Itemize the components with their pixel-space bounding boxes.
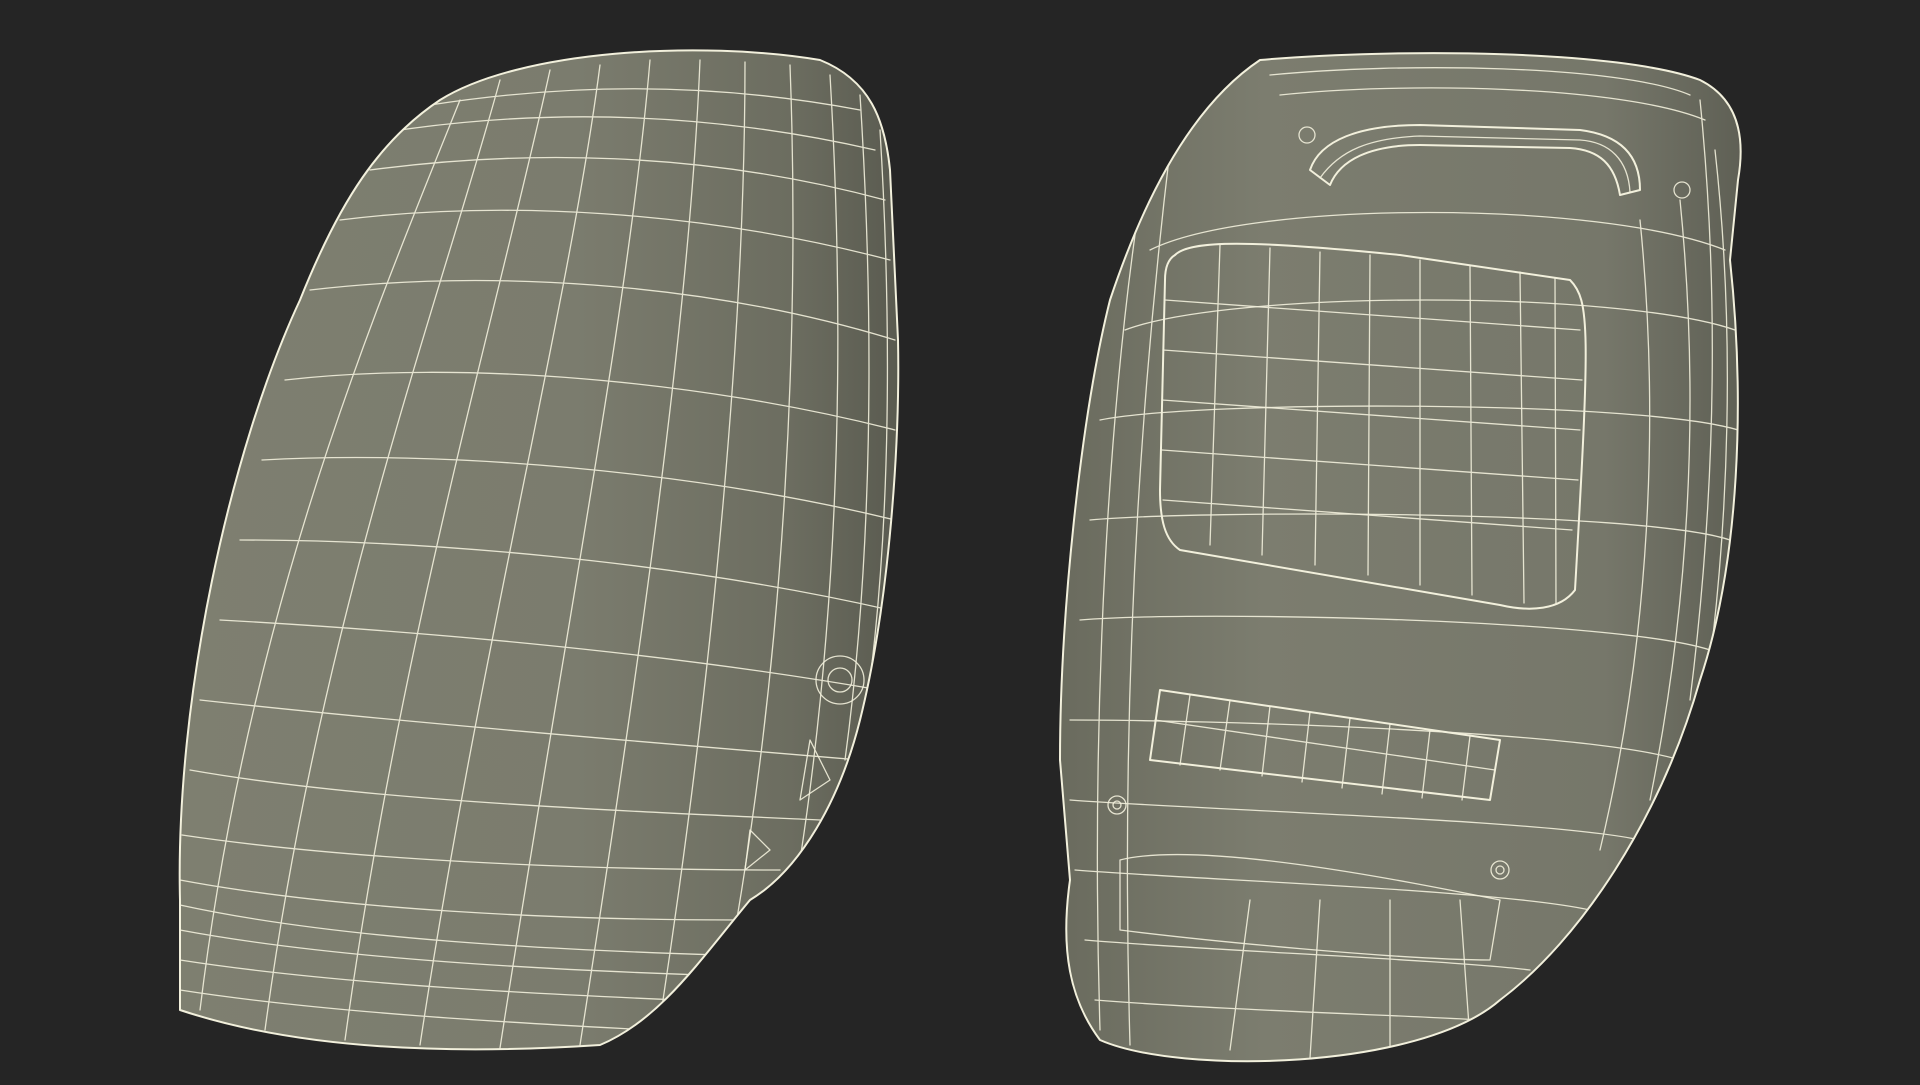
printer-bottom-view xyxy=(1059,52,1742,1063)
render-svg xyxy=(178,49,1742,1063)
viewport-canvas xyxy=(0,0,1920,1080)
printer-top-view xyxy=(178,49,900,1051)
